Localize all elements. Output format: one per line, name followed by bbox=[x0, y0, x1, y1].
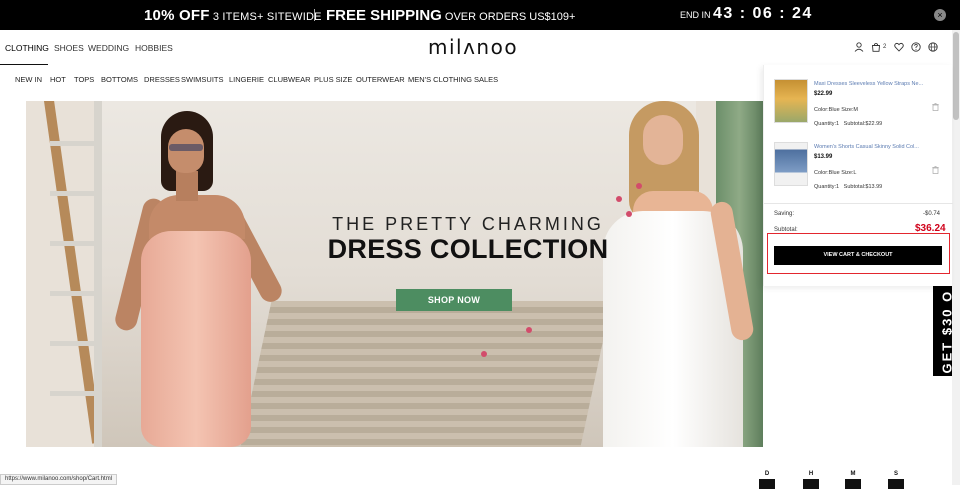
category-wedding[interactable]: WEDDING bbox=[88, 43, 129, 53]
nav-bottoms[interactable]: BOTTOMS bbox=[101, 75, 138, 84]
countdown-label: M bbox=[850, 471, 856, 477]
nav-dresses[interactable]: DRESSES bbox=[144, 75, 180, 84]
status-bar-url: https://www.milanoo.com/shop/Cart.html bbox=[0, 474, 118, 485]
shop-now-button[interactable]: SHOP NOW bbox=[396, 289, 512, 311]
cart-item-price: $22.99 bbox=[814, 91, 833, 97]
flower bbox=[481, 351, 487, 357]
cart-item-price: $13.99 bbox=[814, 154, 833, 160]
cart-item-thumbnail[interactable] bbox=[774, 79, 808, 123]
heart-icon[interactable] bbox=[894, 42, 904, 52]
cart-icon[interactable] bbox=[871, 42, 881, 52]
countdown-label: D bbox=[764, 471, 770, 477]
promo-offer: 10% OFF 3 ITEMS+ SITEWIDE bbox=[144, 7, 322, 24]
scrollbar-thumb[interactable] bbox=[953, 32, 959, 120]
end-in-label: END IN bbox=[680, 10, 711, 20]
countdown-days: D bbox=[757, 471, 777, 489]
hero-headline: DRESS COLLECTION bbox=[327, 234, 609, 264]
flower bbox=[626, 211, 632, 217]
active-category-underline bbox=[0, 64, 48, 65]
promo-divider bbox=[314, 9, 315, 21]
countdown-label: S bbox=[893, 471, 898, 477]
nav-hot[interactable]: HOT bbox=[50, 75, 66, 84]
nav-new-in[interactable]: NEW IN bbox=[15, 75, 42, 84]
promo-offer-sub: 3 ITEMS+ SITEWIDE bbox=[209, 11, 322, 23]
flower bbox=[616, 196, 622, 202]
page-scrollbar[interactable] bbox=[952, 30, 960, 485]
promo-offer-strong: 10% OFF bbox=[144, 7, 210, 24]
nav-tops[interactable]: TOPS bbox=[74, 75, 94, 84]
nav-lingerie[interactable]: LINGERIE bbox=[229, 75, 264, 84]
countdown-box bbox=[803, 479, 819, 489]
nav-mens-clothing[interactable]: MEN'S CLOTHING bbox=[408, 75, 472, 84]
promo-bar: 10% OFF 3 ITEMS+ SITEWIDE FREE SHIPPING … bbox=[0, 0, 960, 30]
promo-shipping-strong: FREE SHIPPING bbox=[326, 7, 442, 24]
user-icon[interactable] bbox=[854, 42, 864, 52]
nav-clubwear[interactable]: CLUBWEAR bbox=[268, 75, 311, 84]
cart-count: 2 bbox=[883, 44, 887, 50]
promo-shipping: FREE SHIPPING OVER ORDERS US$109+ bbox=[326, 7, 575, 24]
help-icon[interactable] bbox=[911, 42, 921, 52]
hero-model-right bbox=[581, 101, 761, 447]
cart-item-name[interactable]: Women's Shorts Casual Skinny Solid Col..… bbox=[814, 144, 932, 150]
trash-icon[interactable] bbox=[932, 166, 939, 174]
category-hobbies[interactable]: HOBBIES bbox=[135, 43, 173, 53]
hero-ladder bbox=[44, 101, 114, 447]
highlight-box bbox=[767, 233, 950, 274]
cart-item-subtotal: Subtotal:$13.99 bbox=[843, 184, 883, 190]
cart-item-options: Color:Blue Size:L bbox=[814, 170, 857, 176]
countdown-minutes: M bbox=[843, 471, 863, 489]
promo-shipping-sub: OVER ORDERS US$109+ bbox=[441, 11, 576, 23]
cart-item-thumbnail[interactable] bbox=[774, 142, 808, 186]
nav-outerwear[interactable]: OUTERWEAR bbox=[356, 75, 405, 84]
site-logo[interactable]: milʌnoo bbox=[428, 35, 518, 59]
countdown-box bbox=[759, 479, 775, 489]
nav-plus-size[interactable]: PLUS SIZE bbox=[314, 75, 352, 84]
hero-model-left bbox=[112, 111, 311, 447]
cart-item-quantity: Quantity:1 bbox=[814, 121, 840, 127]
countdown-hours: H bbox=[801, 471, 821, 489]
saving-label: Saving: bbox=[774, 211, 795, 217]
saving-value: -$0.74 bbox=[923, 211, 941, 217]
globe-icon[interactable] bbox=[928, 42, 938, 52]
countdown-label: H bbox=[808, 471, 814, 477]
nav-swimsuits[interactable]: SWIMSUITS bbox=[181, 75, 224, 84]
promo-timer: 43 : 06 : 24 bbox=[713, 5, 813, 22]
cart-item-quantity: Quantity:1 bbox=[814, 184, 840, 190]
cart-item-subtotal: Subtotal:$22.99 bbox=[843, 121, 883, 127]
cart-item[interactable]: Women's Shorts Casual Skinny Solid Col..… bbox=[774, 142, 949, 202]
nav-sales[interactable]: SALES bbox=[474, 75, 498, 84]
cart-item[interactable]: Maxi Dresses Sleeveless Yellow Straps Ne… bbox=[774, 79, 949, 139]
hero-subheadline: THE PRETTY CHARMING bbox=[332, 214, 604, 234]
category-shoes[interactable]: SHOES bbox=[54, 43, 84, 53]
cart-item-quantity-subtotal: Quantity:1 Subtotal:$13.99 bbox=[814, 184, 882, 190]
category-clothing[interactable]: CLOTHING bbox=[5, 43, 49, 53]
flower bbox=[526, 327, 532, 333]
flower bbox=[636, 183, 642, 189]
cart-divider bbox=[764, 203, 953, 204]
cart-item-options: Color:Blue Size:M bbox=[814, 107, 859, 113]
cart-item-name[interactable]: Maxi Dresses Sleeveless Yellow Straps Ne… bbox=[814, 81, 932, 87]
close-promo-button[interactable]: × bbox=[934, 9, 946, 21]
trash-icon[interactable] bbox=[932, 103, 939, 111]
countdown-box bbox=[845, 479, 861, 489]
hero-banner[interactable]: THE PRETTY CHARMING DRESS COLLECTION SHO… bbox=[26, 101, 763, 447]
countdown-box bbox=[888, 479, 904, 489]
countdown-seconds: S bbox=[886, 471, 906, 489]
cart-item-quantity-subtotal: Quantity:1 Subtotal:$22.99 bbox=[814, 121, 882, 127]
